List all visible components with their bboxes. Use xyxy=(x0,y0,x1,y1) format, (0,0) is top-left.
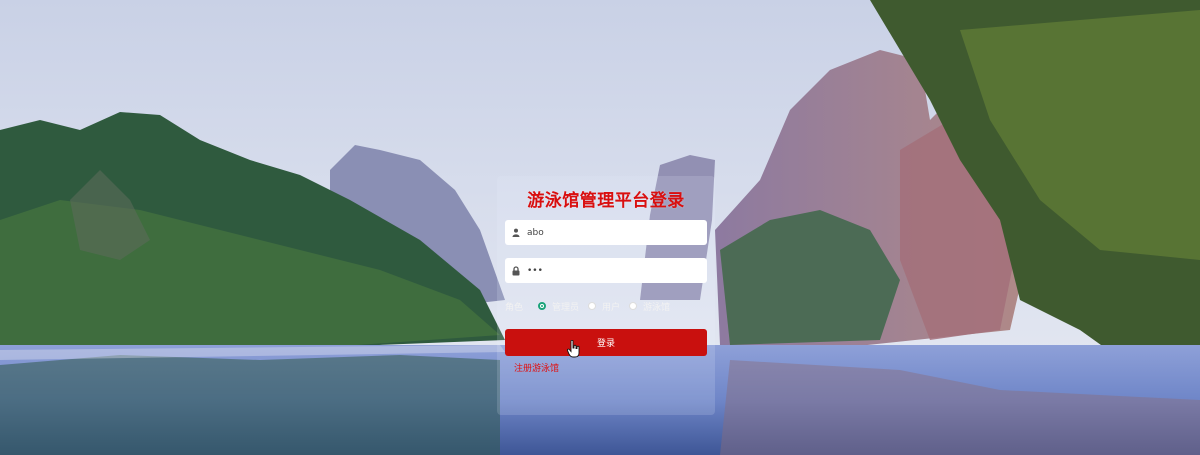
login-button[interactable]: 登录 xyxy=(505,329,707,356)
username-input[interactable] xyxy=(527,227,697,238)
role-option-admin[interactable]: 管理员 xyxy=(538,300,579,313)
hand-cursor-icon xyxy=(567,340,580,358)
role-label: 角色 xyxy=(505,302,524,313)
role-option-label: 用户 xyxy=(602,302,621,313)
role-selector: 角色 管理员 用户 游泳馆 xyxy=(505,299,679,313)
username-field[interactable] xyxy=(505,220,707,245)
login-panel: 游泳馆管理平台登录 角色 管理员 用户 游泳馆 登录 注册游泳馆 xyxy=(497,176,715,415)
radio-icon[interactable] xyxy=(588,302,597,310)
role-option-label: 管理员 xyxy=(552,302,580,313)
radio-icon[interactable] xyxy=(629,302,638,310)
login-title: 游泳馆管理平台登录 xyxy=(527,191,685,211)
lock-icon xyxy=(511,265,521,276)
user-icon xyxy=(511,228,521,238)
password-input[interactable] xyxy=(527,265,697,276)
radio-selected-icon[interactable] xyxy=(538,302,547,310)
role-option-pool[interactable]: 游泳馆 xyxy=(629,300,670,313)
role-option-label: 游泳馆 xyxy=(643,302,671,313)
password-field[interactable] xyxy=(505,258,707,283)
register-link[interactable]: 注册游泳馆 xyxy=(514,361,559,374)
role-option-user[interactable]: 用户 xyxy=(588,300,620,313)
